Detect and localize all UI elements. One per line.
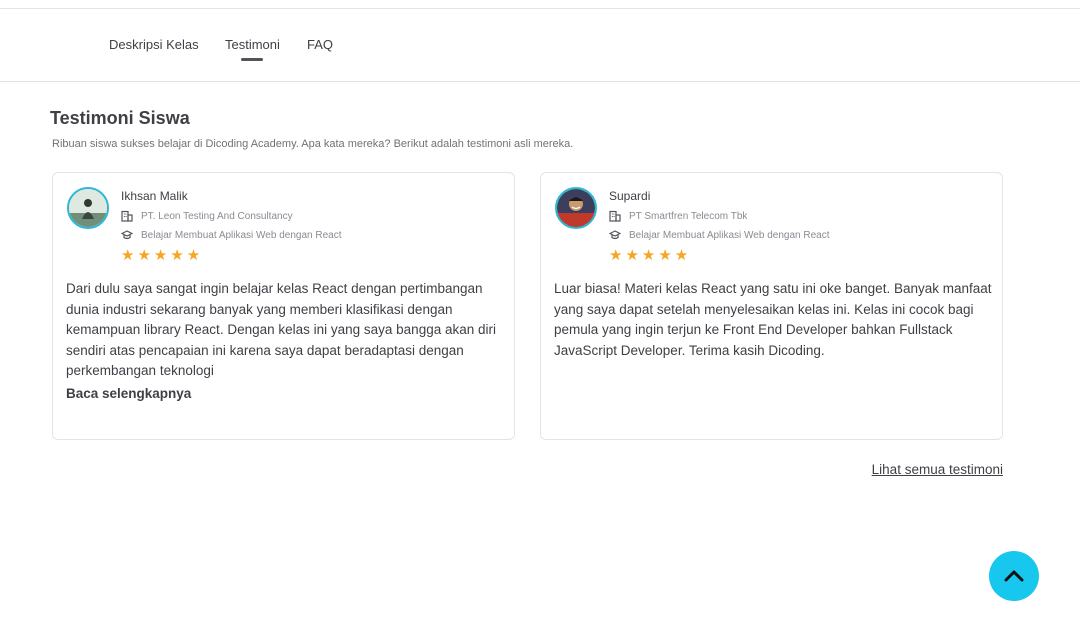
reviewer-course: Belajar Membuat Aplikasi Web dengan Reac… bbox=[120, 229, 342, 241]
testimonial-card: Ikhsan Malik PT. Leon Testing And Consul… bbox=[52, 172, 515, 440]
reviewer-name: Ikhsan Malik bbox=[121, 189, 188, 203]
building-icon bbox=[121, 210, 133, 222]
chevron-up-icon bbox=[1002, 564, 1026, 588]
avatar bbox=[555, 187, 597, 229]
avatar bbox=[67, 187, 109, 229]
read-more-link[interactable]: Baca selengkapnya bbox=[66, 386, 191, 401]
tab-faq[interactable]: FAQ bbox=[307, 37, 333, 52]
section-subtitle: Ribuan siswa sukses belajar di Dicoding … bbox=[52, 138, 574, 150]
graduation-cap-icon bbox=[120, 229, 134, 241]
course-label: Belajar Membuat Aplikasi Web dengan Reac… bbox=[141, 229, 342, 241]
reviewer-course: Belajar Membuat Aplikasi Web dengan Reac… bbox=[608, 229, 830, 241]
star-rating: ★★★★★ bbox=[121, 247, 204, 264]
building-icon bbox=[609, 210, 621, 222]
tabs-bar: Deskripsi Kelas Testimoni FAQ bbox=[0, 8, 1080, 82]
star-rating: ★★★★★ bbox=[609, 247, 692, 264]
back-to-top-button[interactable] bbox=[989, 551, 1039, 601]
graduation-cap-icon bbox=[608, 229, 622, 241]
tab-testimoni[interactable]: Testimoni bbox=[225, 37, 280, 61]
testimonial-text: Luar biasa! Materi kelas React yang satu… bbox=[554, 281, 992, 358]
testimonial-card: Supardi PT Smartfren Telecom Tbk Belajar… bbox=[540, 172, 1003, 440]
reviewer-company: PT. Leon Testing And Consultancy bbox=[121, 210, 293, 222]
testimonial-text: Dari dulu saya sangat ingin belajar kela… bbox=[66, 281, 496, 379]
tab-deskripsi-kelas[interactable]: Deskripsi Kelas bbox=[109, 37, 199, 52]
reviewer-name: Supardi bbox=[609, 189, 651, 203]
reviewer-company: PT Smartfren Telecom Tbk bbox=[609, 210, 747, 222]
course-label: Belajar Membuat Aplikasi Web dengan Reac… bbox=[629, 229, 830, 241]
section-title: Testimoni Siswa bbox=[50, 108, 190, 128]
see-all-testimonials-link[interactable]: Lihat semua testimoni bbox=[872, 462, 1003, 477]
company-label: PT. Leon Testing And Consultancy bbox=[141, 210, 293, 222]
company-label: PT Smartfren Telecom Tbk bbox=[629, 210, 748, 222]
